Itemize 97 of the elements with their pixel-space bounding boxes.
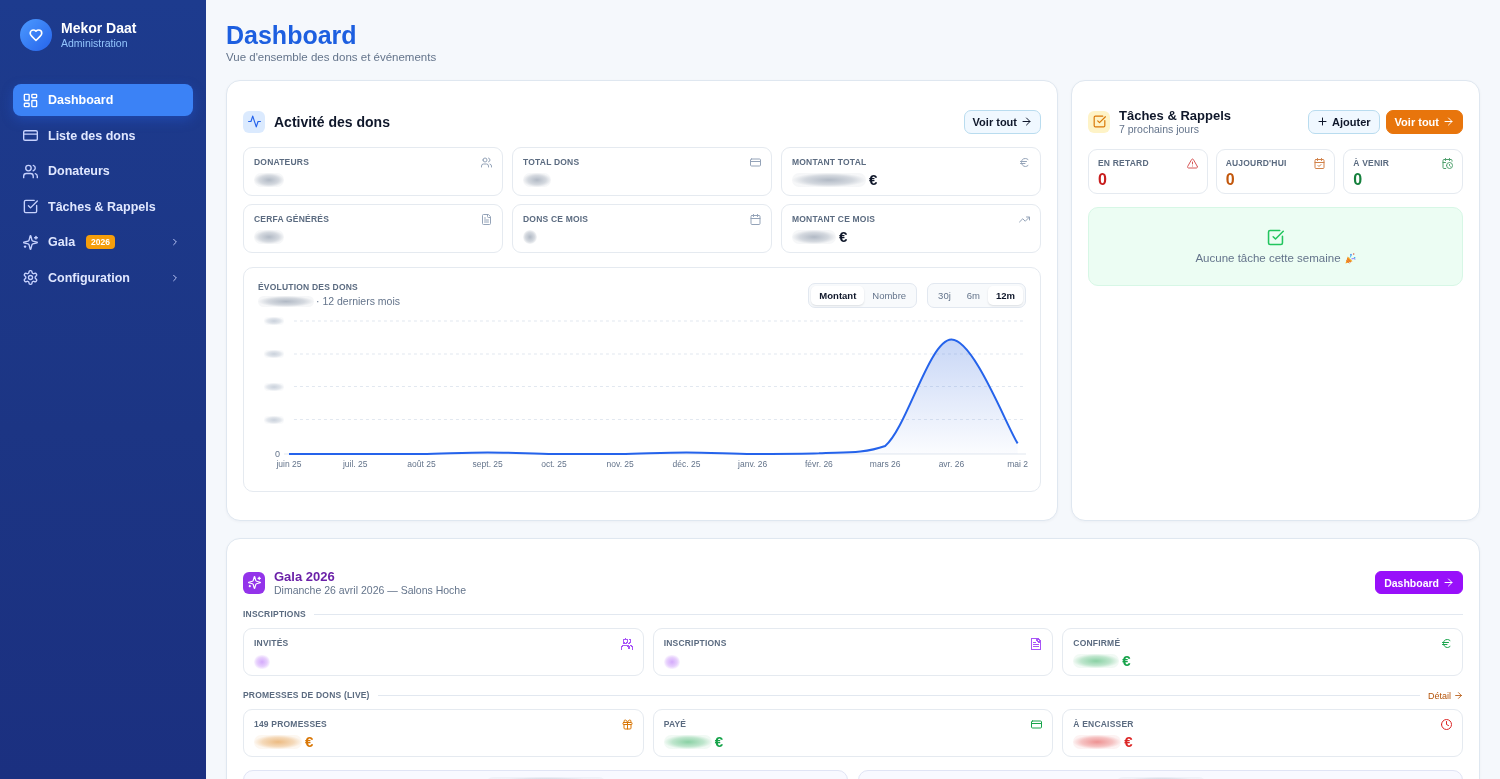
stat-label: MONTANT CE MOIS	[792, 214, 876, 225]
currency-unit: €	[839, 228, 848, 245]
axis-label: 0	[275, 448, 280, 460]
nav-item[interactable]: Configuration	[13, 261, 193, 294]
currency-unit: €	[869, 171, 878, 188]
axis-label: nov. 25	[606, 458, 634, 470]
card-subtitle: 7 prochains jours	[1119, 123, 1200, 135]
period-label: · 12 derniers mois	[316, 295, 401, 307]
activity-icon	[243, 110, 265, 133]
stat-label: INSCRIPTIONS	[663, 638, 727, 649]
page-title: Dashboard	[226, 20, 358, 50]
counter-value: 0	[1353, 171, 1363, 189]
document-icon	[481, 214, 492, 225]
detail-link[interactable]: Détail	[1428, 690, 1463, 701]
plus-icon	[1317, 116, 1329, 127]
currency-unit: €	[305, 733, 314, 750]
calendar-icon	[750, 214, 761, 225]
axis-label: sept. 25	[472, 458, 503, 470]
card-title: Activité des dons	[274, 113, 390, 130]
page-subtitle: Vue d'ensemble des dons et événements	[226, 50, 438, 64]
clock-icon	[1441, 719, 1452, 730]
axis-label: mai 2	[1007, 458, 1029, 470]
party-popper-icon	[1344, 252, 1356, 264]
section-title: INSCRIPTIONS	[243, 609, 306, 620]
euro-icon	[1019, 157, 1030, 168]
metric-toggle[interactable]: Montant	[811, 286, 865, 305]
sparkles-icon	[23, 234, 38, 250]
credit-card-icon	[1031, 719, 1043, 730]
range-toggle[interactable]: 12m	[988, 286, 1023, 305]
heart-logo-icon	[20, 19, 52, 51]
axis-label: août 25	[407, 458, 436, 470]
stat-label: CONFIRMÉ	[1073, 638, 1121, 649]
settings-icon	[23, 270, 38, 285]
metric-toggle[interactable]: Nombre	[864, 286, 915, 305]
nav-item[interactable]: Gala 2026	[13, 226, 193, 258]
credit-card-icon	[23, 128, 38, 143]
view-all-button[interactable]: Voir tout	[963, 109, 1041, 134]
gift-icon	[621, 719, 633, 730]
range-toggle[interactable]: 30j	[930, 286, 959, 305]
axis-label: déc. 25	[672, 458, 701, 470]
nav-item[interactable]: Dashboard	[13, 84, 193, 116]
counter-label: AUJOURD'HUI	[1225, 158, 1287, 169]
stat-label: DONS CE MOIS	[523, 214, 589, 225]
axis-label: juil. 25	[342, 458, 368, 470]
brand-name: Mekor Daat	[61, 20, 137, 37]
stat-label: TOTAL DONS	[523, 157, 580, 168]
axis-label: oct. 25	[541, 458, 567, 470]
stat-label: INVITÉS	[254, 638, 289, 649]
stat-label: À ENCAISSER	[1073, 719, 1134, 730]
arrow-right-icon	[1454, 691, 1463, 700]
checkbox-icon	[23, 199, 38, 214]
axis-label: juin 25	[276, 458, 302, 470]
card-subtitle: Dimanche 26 avril 2026 — Salons Hoche	[274, 584, 467, 596]
users-icon	[481, 157, 492, 168]
counter-label: À VENIR	[1353, 158, 1390, 169]
empty-message: Aucune tâche cette semaine	[1195, 252, 1341, 264]
counter-value: 0	[1098, 171, 1107, 189]
currency-unit: €	[714, 733, 723, 750]
nav-item[interactable]: Tâches & Rappels	[13, 190, 193, 223]
add-button[interactable]: Ajouter	[1308, 109, 1380, 134]
range-toggle[interactable]: 6m	[958, 286, 988, 305]
dashboard-button[interactable]: Dashboard	[1375, 571, 1463, 594]
currency-unit: €	[1122, 652, 1131, 669]
calendar-check-icon	[1314, 158, 1326, 169]
arrow-right-icon	[1443, 116, 1454, 127]
stat-label: MONTANT TOTAL	[792, 157, 867, 168]
stat-label: CERFA GÉNÉRÉS	[254, 214, 330, 225]
card-title: Gala 2026	[274, 569, 336, 584]
trend-up-icon	[1019, 214, 1030, 225]
arrow-right-icon	[1021, 116, 1032, 127]
credit-card-icon	[750, 157, 761, 168]
chart-title: ÉVOLUTION DES DONS	[258, 282, 359, 293]
counter-label: EN RETARD	[1098, 158, 1149, 169]
nav-item[interactable]: Liste des dons	[13, 119, 193, 152]
axis-label: mars 26	[869, 458, 901, 470]
warning-icon	[1186, 158, 1198, 169]
sparkles-icon	[243, 571, 265, 594]
nav-item[interactable]: Donateurs	[13, 155, 193, 187]
counter-value: 0	[1225, 171, 1235, 189]
axis-label: févr. 26	[804, 458, 833, 470]
card-title: Tâches & Rappels	[1119, 108, 1231, 123]
arrow-right-icon	[1443, 577, 1454, 588]
axis-label: avr. 26	[938, 458, 965, 470]
checkbox-icon	[1088, 110, 1110, 133]
currency-unit: €	[1124, 733, 1133, 750]
axis-label: janv. 26	[738, 458, 768, 470]
stat-label: PAYÉ	[663, 719, 687, 730]
users-icon	[23, 163, 38, 179]
stat-label: DONATEURS	[254, 157, 309, 168]
section-title: PROMESSES DE DONS (LIVE)	[243, 690, 370, 701]
calendar-clock-icon	[1442, 158, 1453, 169]
euro-icon	[1441, 638, 1452, 649]
checkbox-icon	[1267, 229, 1284, 246]
brand-subtitle: Administration	[61, 37, 129, 50]
stat-label: 149 PROMESSES	[254, 719, 327, 730]
dashboard-icon	[23, 92, 38, 108]
year-badge: 2026	[86, 235, 116, 249]
